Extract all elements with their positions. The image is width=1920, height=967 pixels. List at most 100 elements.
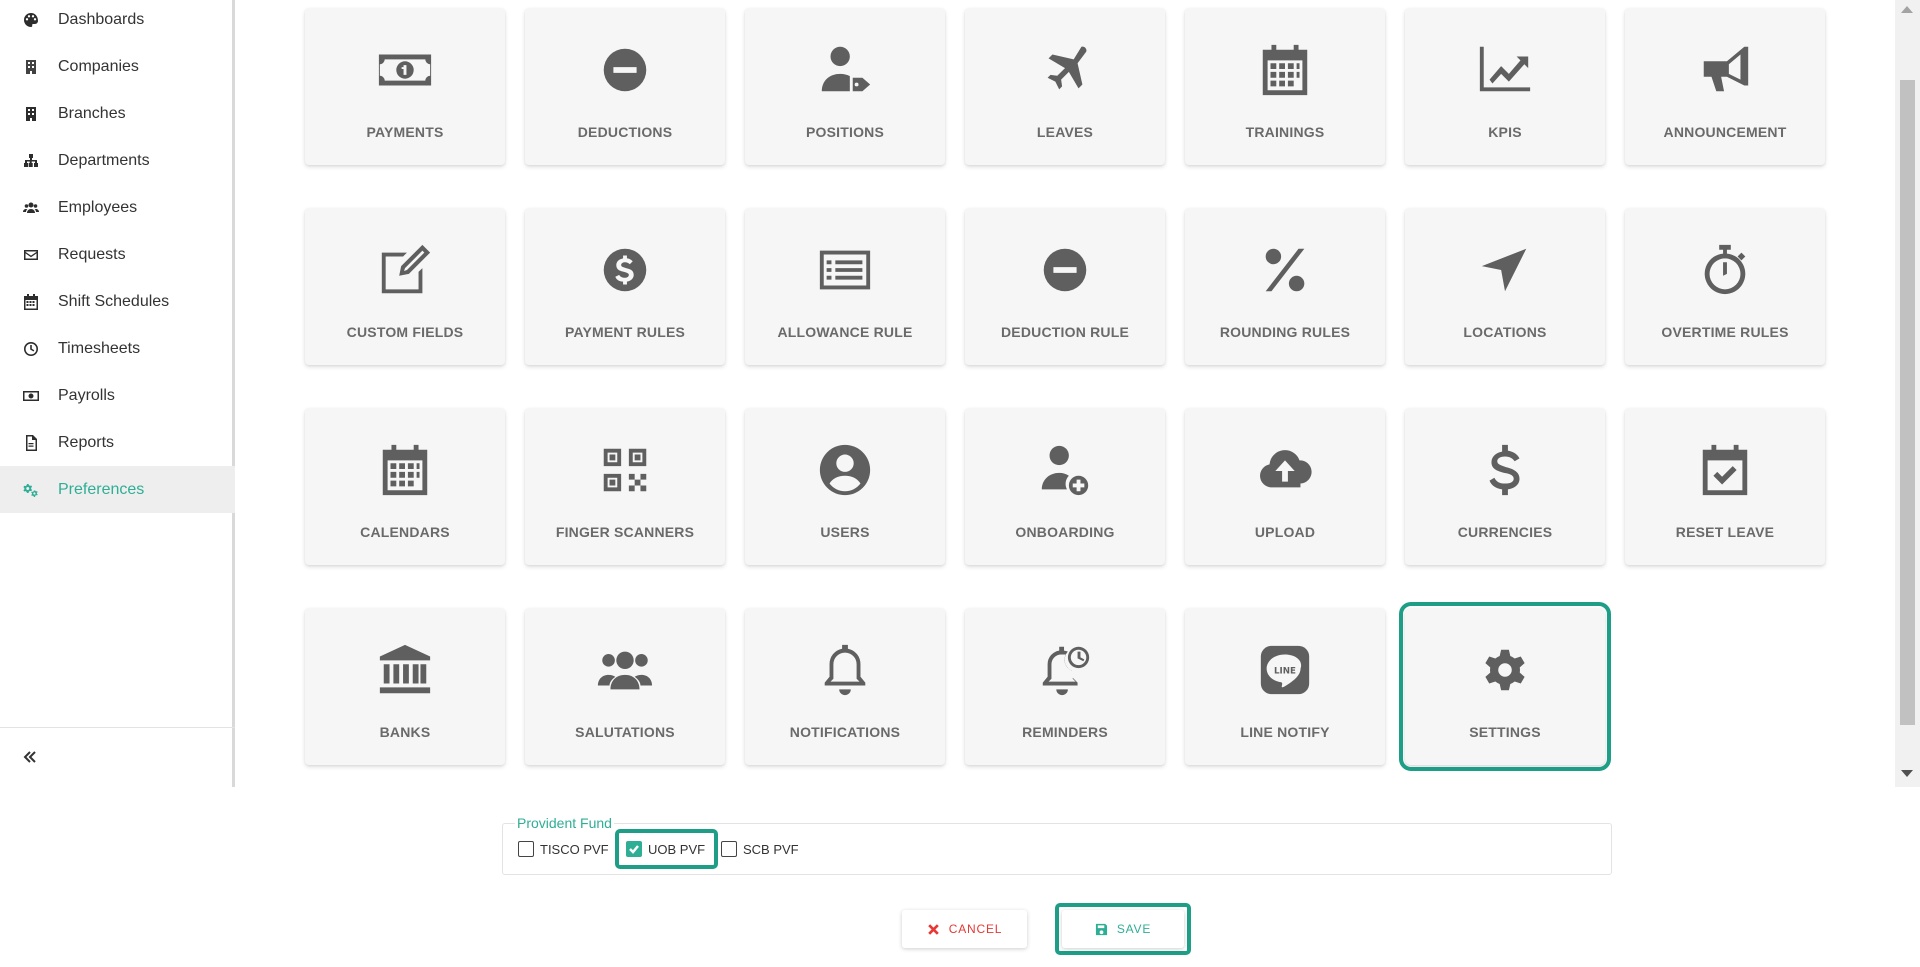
tile-kpis[interactable]: KPIS: [1405, 8, 1605, 165]
tile-label: FINGER SCANNERS: [555, 524, 695, 540]
tile-label: CALENDARS: [360, 524, 450, 540]
tile-label: USERS: [820, 524, 870, 540]
tile-reminders[interactable]: REMINDERS: [965, 608, 1165, 765]
scroll-up-icon[interactable]: [1901, 6, 1913, 13]
tile-upload[interactable]: UPLOAD: [1185, 408, 1385, 565]
users-icon: [22, 199, 40, 217]
sidebar-item-label: Branches: [58, 104, 126, 122]
checkbox-unchecked-icon[interactable]: [721, 841, 737, 857]
scroll-thumb[interactable]: [1900, 80, 1915, 725]
sidebar-item-label: Requests: [58, 245, 126, 263]
tile-allowance-rule[interactable]: ALLOWANCE RULE: [745, 208, 945, 365]
plane-icon: [1035, 40, 1095, 100]
cancel-button[interactable]: CANCEL: [902, 910, 1027, 948]
tile-leaves[interactable]: LEAVES: [965, 8, 1165, 165]
envelope-icon: [22, 246, 40, 264]
tisco-pvf-checkbox[interactable]: TISCO PVF: [518, 838, 609, 860]
collapse-sidebar-button[interactable]: [18, 745, 42, 769]
tile-deductions[interactable]: DEDUCTIONS: [525, 8, 725, 165]
checkbox-unchecked-icon[interactable]: [518, 841, 534, 857]
tile-label: POSITIONS: [805, 124, 885, 140]
sidebar-item-dashboards[interactable]: Dashboards: [0, 0, 235, 43]
tile-line-notify[interactable]: LINE LINE NOTIFY: [1185, 608, 1385, 765]
tile-positions[interactable]: POSITIONS: [745, 8, 945, 165]
tile-label: NOTIFICATIONS: [789, 724, 901, 740]
sidebar-item-shift-schedules[interactable]: Shift Schedules: [0, 278, 235, 325]
tile-calendars[interactable]: CALENDARS: [305, 408, 505, 565]
tile-deduction-rule[interactable]: DEDUCTION RULE: [965, 208, 1165, 365]
user-circle-icon: [815, 440, 875, 500]
floppy-disk-icon: [1095, 923, 1107, 935]
user-plus-icon: [1035, 440, 1095, 500]
save-button[interactable]: SAVE: [1062, 910, 1184, 948]
tile-payment-rules[interactable]: PAYMENT RULES: [525, 208, 725, 365]
tile-users[interactable]: USERS: [745, 408, 945, 565]
tile-settings[interactable]: SETTINGS: [1399, 602, 1611, 771]
sidebar-item-payrolls[interactable]: Payrolls: [0, 372, 235, 419]
close-icon: [927, 923, 939, 935]
sidebar-item-employees[interactable]: Employees: [0, 184, 235, 231]
tile-label: BANKS: [379, 724, 431, 740]
scb-pvf-checkbox[interactable]: SCB PVF: [721, 838, 799, 860]
tile-label: PAYMENTS: [366, 124, 444, 140]
dollar-circle-icon: [595, 240, 655, 300]
users-icon: [595, 640, 655, 700]
tile-salutations[interactable]: SALUTATIONS: [525, 608, 725, 765]
sidebar-item-label: Employees: [58, 198, 138, 216]
cloud-upload-icon: [1255, 440, 1315, 500]
sidebar: Dashboards Companies Branches Department…: [0, 0, 235, 787]
tile-label: LEAVES: [1036, 124, 1094, 140]
tile-reset-leave[interactable]: RESET LEAVE: [1625, 408, 1825, 565]
tile-finger-scanners[interactable]: FINGER SCANNERS: [525, 408, 725, 565]
scroll-down-icon[interactable]: [1901, 770, 1913, 777]
sidebar-item-departments[interactable]: Departments: [0, 137, 235, 184]
sidebar-item-label: Reports: [58, 433, 115, 451]
building-icon: [22, 58, 40, 76]
calendar-icon: [1255, 40, 1315, 100]
tile-label: UPLOAD: [1254, 524, 1316, 540]
building-icon: [22, 105, 40, 123]
location-arrow-icon: [1475, 240, 1535, 300]
tile-custom-fields[interactable]: CUSTOM FIELDS: [305, 208, 505, 365]
user-tag-icon: [815, 40, 875, 100]
qrcode-icon: [595, 440, 655, 500]
palette-icon: [22, 11, 40, 29]
tile-overtime-rules[interactable]: OVERTIME RULES: [1625, 208, 1825, 365]
tile-currencies[interactable]: CURRENCIES: [1405, 408, 1605, 565]
tile-onboarding[interactable]: ONBOARDING: [965, 408, 1165, 565]
cog-icon: [1475, 640, 1535, 700]
tile-locations[interactable]: LOCATIONS: [1405, 208, 1605, 365]
tile-trainings[interactable]: TRAININGS: [1185, 8, 1385, 165]
main-scrollbar[interactable]: [1895, 0, 1920, 787]
tile-label: SETTINGS: [1469, 724, 1541, 740]
sidebar-item-label: Shift Schedules: [58, 292, 170, 310]
sidebar-item-requests[interactable]: Requests: [0, 231, 235, 278]
tile-payments[interactable]: PAYMENTS: [305, 8, 505, 165]
tile-label: REMINDERS: [1022, 724, 1108, 740]
sidebar-item-branches[interactable]: Branches: [0, 90, 235, 137]
tile-label: ANNOUNCEMENT: [1663, 124, 1787, 140]
save-button-label: SAVE: [1116, 922, 1152, 936]
tile-label: RESET LEAVE: [1675, 524, 1775, 540]
bell-clock-icon: [1035, 640, 1095, 700]
sidebar-item-reports[interactable]: Reports: [0, 419, 235, 466]
line-logo-text: LINE: [1274, 666, 1296, 676]
tile-announcement[interactable]: ANNOUNCEMENT: [1625, 8, 1825, 165]
sitemap-icon: [22, 152, 40, 170]
tile-label: KPIS: [1488, 124, 1522, 140]
sidebar-item-label: Timesheets: [58, 339, 141, 357]
cancel-button-label: CANCEL: [948, 922, 1003, 936]
tile-label: TRAININGS: [1245, 124, 1325, 140]
minus-circle-icon: [595, 40, 655, 100]
sidebar-item-companies[interactable]: Companies: [0, 43, 235, 90]
tile-label: PAYMENT RULES: [564, 324, 686, 340]
tile-rounding-rules[interactable]: ROUNDING RULES: [1185, 208, 1385, 365]
tile-banks[interactable]: BANKS: [305, 608, 505, 765]
list-alt-icon: [815, 240, 875, 300]
clock-icon: [22, 340, 40, 358]
tile-notifications[interactable]: NOTIFICATIONS: [745, 608, 945, 765]
sidebar-item-timesheets[interactable]: Timesheets: [0, 325, 235, 372]
sidebar-item-label: Dashboards: [58, 10, 145, 28]
bell-icon: [815, 640, 875, 700]
sidebar-item-preferences[interactable]: Preferences: [0, 466, 235, 513]
